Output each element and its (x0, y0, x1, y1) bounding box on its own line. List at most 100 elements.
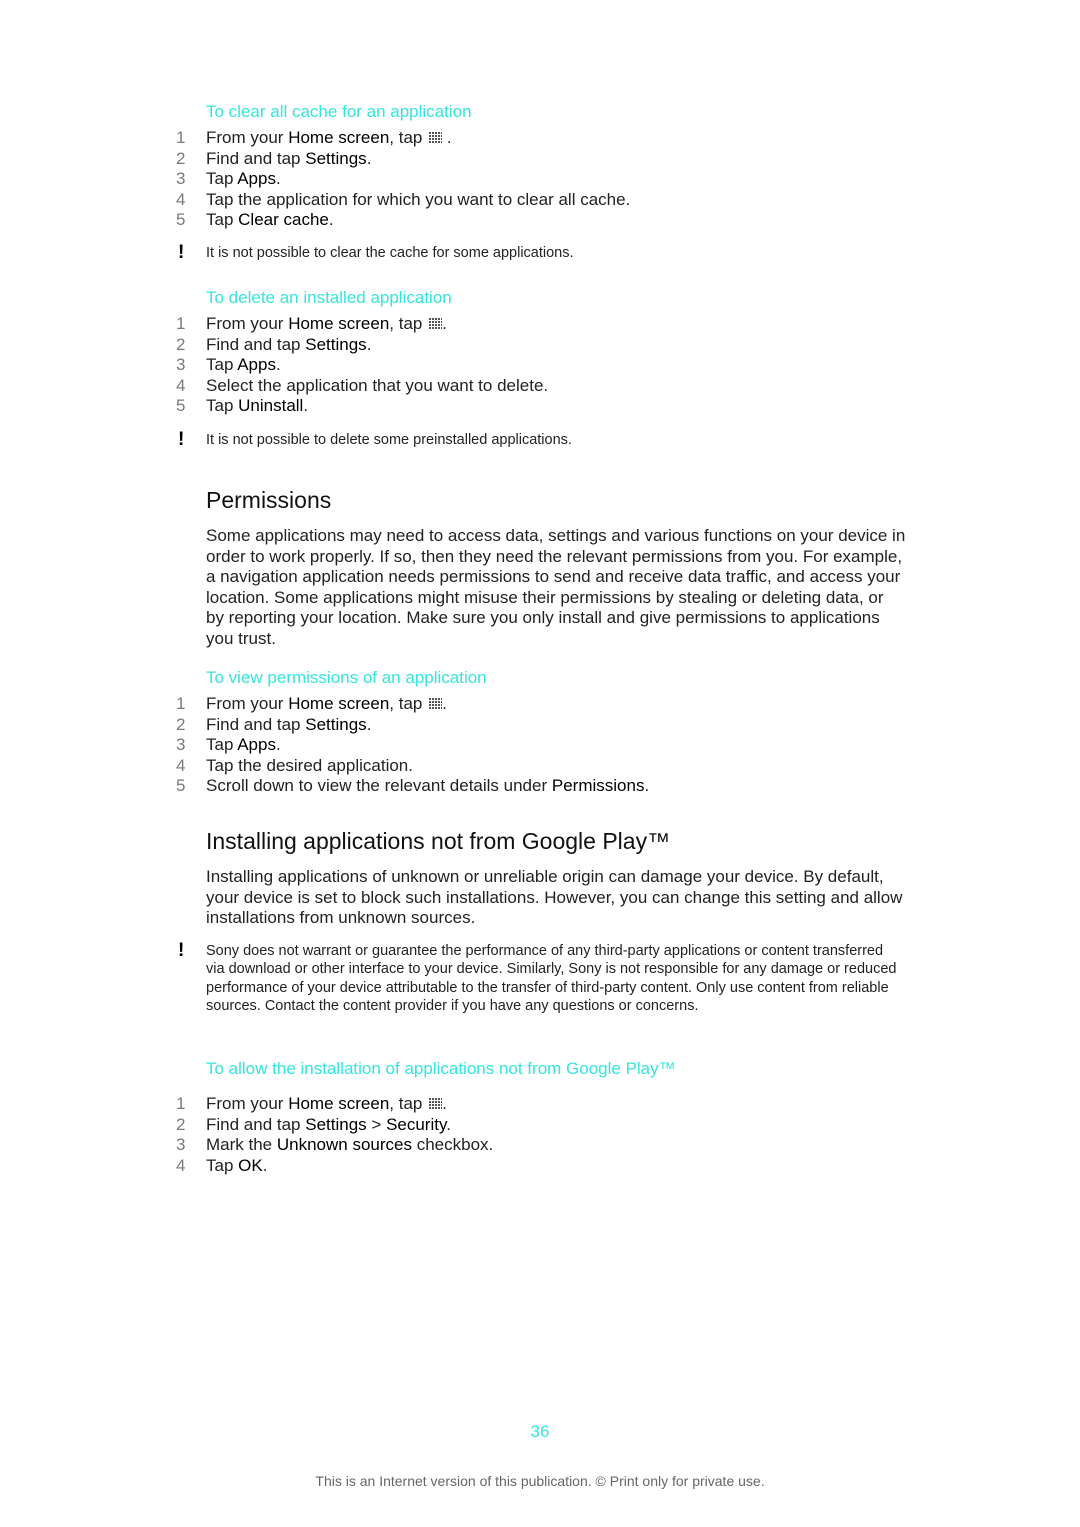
step-text-part: Tap (206, 735, 238, 755)
section-heading-clear-cache: To clear all cache for an application (206, 102, 472, 121)
step-text-part: . (366, 148, 372, 168)
step-text-part: Tap (206, 396, 239, 416)
step-number: 4 (176, 755, 186, 775)
note-text: It is not possible to delete some preins… (206, 432, 572, 448)
page-number: 36 (530, 1422, 550, 1441)
step-text-part: Tap the application for which you want t… (206, 189, 631, 209)
step-text-part: . (275, 355, 281, 375)
step-text-part: . (366, 714, 372, 734)
step-text: From your Home screen, tap . (206, 314, 447, 335)
step-text-part: . (442, 314, 447, 333)
ui-term: Home screen (288, 314, 390, 333)
step-number: 4 (176, 1155, 186, 1175)
step-text-part: , tap (389, 694, 423, 713)
step-text-part: . (262, 1155, 268, 1175)
footer-notice: This is an Internet version of this publ… (315, 1473, 765, 1489)
step-text-part: Find and tap (206, 1114, 306, 1134)
note-text: Sony does not warrant or guarantee the p… (206, 943, 897, 1014)
step-text-part: From your (206, 694, 289, 713)
step-text: Find and tap Settings. (206, 335, 371, 356)
step-text-part: Tap (206, 1155, 239, 1175)
step-number: 1 (176, 1094, 186, 1113)
permissions-body: Some applications may need to access dat… (206, 526, 906, 648)
step-number: 2 (176, 334, 186, 354)
ui-term: Settings (305, 148, 367, 168)
step-text-part: From your (206, 128, 289, 147)
step-text-part: Tap the desired application. (206, 755, 413, 775)
step-text-part: Mark the (206, 1135, 277, 1155)
step-text: Mark the Unknown sources checkbox. (206, 1135, 493, 1156)
step-number: 3 (176, 735, 186, 755)
warning-icon: ! (178, 242, 185, 263)
ui-term: Home screen (288, 1094, 390, 1113)
step-text: Tap OK. (206, 1156, 267, 1177)
step-number: 5 (176, 210, 186, 230)
section-heading-delete-app: To delete an installed application (206, 288, 452, 307)
step-text: Find and tap Settings > Security. (206, 1115, 451, 1136)
step-text-part: , tap (389, 1094, 423, 1113)
step-text: Tap Apps. (206, 169, 281, 190)
step-text: Tap the application for which you want t… (206, 190, 630, 211)
ui-term: Apps (237, 355, 276, 375)
ui-term: Uninstall (238, 396, 304, 416)
step-number: 1 (176, 694, 186, 713)
ui-term: Apps (237, 169, 276, 189)
ui-term: Settings (305, 334, 367, 354)
step-text-part: Scroll down to view the relevant details… (206, 776, 552, 796)
unknown-sources-body: Installing applications of unknown or un… (206, 867, 903, 927)
ui-term: Permissions (551, 776, 645, 796)
step-text: Tap Uninstall. (206, 396, 308, 417)
step-text-part: . (442, 128, 452, 147)
apps-grid-icon (429, 697, 443, 710)
step-text: Tap the desired application. (206, 756, 413, 777)
note-text: It is not possible to clear the cache fo… (206, 245, 574, 261)
step-number: 3 (176, 355, 186, 375)
step-text: Scroll down to view the relevant details… (206, 776, 649, 797)
step-text-part: . (366, 334, 372, 354)
ui-term: OK (238, 1155, 263, 1175)
step-text-part: . (275, 735, 281, 755)
ui-term: Security (386, 1114, 447, 1134)
ui-term: Apps (237, 735, 276, 755)
section-title-unknown-sources: Installing applications not from Google … (206, 828, 671, 854)
step-text: From your Home screen, tap . (206, 1094, 447, 1115)
ui-term: Clear cache (238, 210, 329, 230)
ui-term: Home screen (288, 128, 390, 147)
warning-icon: ! (178, 940, 185, 961)
step-text-part: From your (206, 1094, 289, 1113)
section-heading-allow-install: To allow the installation of application… (206, 1059, 676, 1078)
step-text-part: . (644, 776, 650, 796)
step-number: 4 (176, 375, 186, 395)
apps-grid-icon (429, 1097, 443, 1110)
ui-term: Settings (305, 1114, 367, 1134)
step-text-part: Find and tap (206, 148, 306, 168)
apps-grid-icon (429, 131, 443, 144)
step-text-part: . (303, 396, 309, 416)
step-text-part: , tap (389, 128, 423, 147)
step-text-part: > (366, 1114, 387, 1134)
ui-term: Unknown sources (276, 1135, 412, 1155)
section-title-permissions: Permissions (206, 487, 332, 513)
step-text: Find and tap Settings. (206, 715, 371, 736)
step-text-part: . (442, 694, 447, 713)
step-text-part: checkbox. (411, 1135, 494, 1155)
warning-icon: ! (178, 429, 185, 450)
step-text-part: . (442, 1094, 447, 1113)
step-text: Select the application that you want to … (206, 376, 548, 397)
step-number: 4 (176, 189, 186, 209)
step-text-part: Select the application that you want to … (206, 375, 549, 395)
step-text: Tap Clear cache. (206, 210, 334, 231)
step-number: 2 (176, 1114, 186, 1134)
step-number: 2 (176, 714, 186, 734)
step-text-part: From your (206, 314, 289, 333)
step-text-part: . (275, 169, 281, 189)
step-text: From your Home screen, tap . (206, 128, 452, 149)
step-number: 2 (176, 148, 186, 168)
step-text: From your Home screen, tap . (206, 694, 447, 715)
step-text-part: Tap (206, 169, 238, 189)
apps-grid-icon (429, 317, 443, 330)
step-number: 5 (176, 396, 186, 416)
step-number: 3 (176, 1135, 186, 1155)
step-number: 3 (176, 169, 186, 189)
step-number: 1 (176, 128, 186, 147)
